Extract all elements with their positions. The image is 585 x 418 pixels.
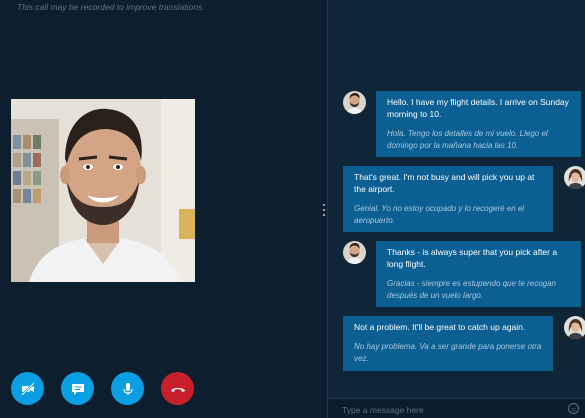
recording-notice: This call may be recorded to improve tra… <box>17 2 205 12</box>
message-composer <box>328 398 585 418</box>
call-controls <box>11 372 201 406</box>
hang-up-button[interactable] <box>161 372 194 405</box>
message-translation-text: No hay problema. Va a ser grande para po… <box>354 342 542 363</box>
phone-hangup-icon <box>169 381 187 397</box>
chat-bubble-icon <box>70 381 86 397</box>
message-bubble: That's great. I'm not busy and will pick… <box>343 166 553 232</box>
call-pane: This call may be recorded to improve tra… <box>0 0 327 418</box>
message-translation-text: Genial. Yo no estoy ocupado y lo recoger… <box>354 204 525 225</box>
self-avatar[interactable] <box>564 166 585 189</box>
open-chat-button[interactable] <box>61 372 94 405</box>
message-bubble: Hello. I have my flight details. I arriv… <box>376 91 581 157</box>
emoticon-button[interactable] <box>568 403 579 414</box>
message-bubble: Not a problem. It'll be great to catch u… <box>343 316 553 371</box>
remote-avatar[interactable] <box>343 91 366 114</box>
remote-video-feed <box>11 99 195 282</box>
chat-pane: Hello. I have my flight details. I arriv… <box>328 0 585 418</box>
message-original-text: Thanks - is always super that you pick a… <box>387 247 558 269</box>
microphone-button[interactable] <box>111 372 144 405</box>
message-translation-text: Hola. Tengo los detalles de mi vuelo. Ll… <box>387 129 548 150</box>
video-off-icon <box>20 381 36 397</box>
message-original-text: Not a problem. It'll be great to catch u… <box>354 322 526 332</box>
self-avatar[interactable] <box>564 316 585 339</box>
message-input[interactable] <box>342 403 552 416</box>
message-bubble: Thanks - is always super that you pick a… <box>376 241 581 307</box>
translator-call-window: This call may be recorded to improve tra… <box>0 0 585 418</box>
microphone-icon <box>120 381 136 397</box>
more-options-icon[interactable] <box>320 203 327 217</box>
message-original-text: Hello. I have my flight details. I arriv… <box>387 97 569 119</box>
camera-off-button[interactable] <box>11 372 44 405</box>
message-translation-text: Gracias - siempre es estupendo que te re… <box>387 279 556 300</box>
message-original-text: That's great. I'm not busy and will pick… <box>354 172 535 194</box>
remote-avatar[interactable] <box>343 241 366 264</box>
smiley-icon <box>570 400 577 418</box>
